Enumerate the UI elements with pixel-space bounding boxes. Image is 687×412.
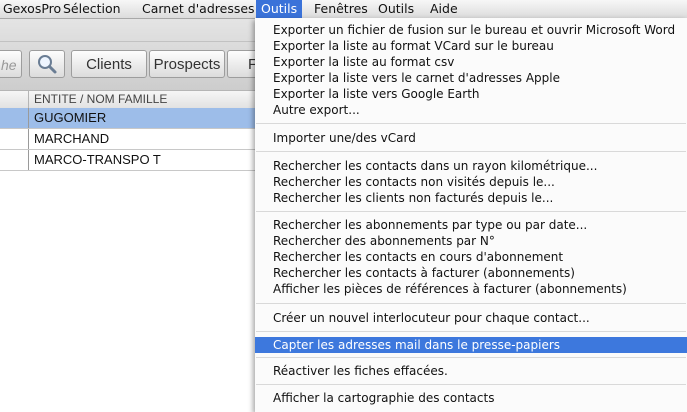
menu-item-show-map[interactable]: Afficher la cartographie des contacts xyxy=(255,390,687,406)
menu-item-export-csv[interactable]: Exporter la liste au format csv xyxy=(255,54,687,70)
menu-item-search-not-visited[interactable]: Rechercher les contacts non visités depu… xyxy=(255,174,687,190)
row-marker-cell xyxy=(0,129,29,149)
menu-item-export-word[interactable]: Exporter un fichier de fusion sur le bur… xyxy=(255,22,687,38)
menu-item-contacts-to-invoice[interactable]: Rechercher les contacts à facturer (abon… xyxy=(255,265,687,281)
menu-separator xyxy=(256,303,686,304)
menu-item-show-reference-pieces[interactable]: Afficher les pièces de références à fact… xyxy=(255,281,687,297)
search-button[interactable] xyxy=(29,50,65,78)
grid-header-left-cell xyxy=(0,91,29,108)
menu-bar: GexosPro Sélection Carnet d'adresses Out… xyxy=(0,0,687,19)
menu-aide[interactable]: Aide xyxy=(425,0,463,18)
menu-fenetres[interactable]: Fenêtres xyxy=(309,0,373,18)
menu-item-search-subscription-no[interactable]: Rechercher des abonnements par N° xyxy=(255,233,687,249)
menu-item-search-subscriptions[interactable]: Rechercher les abonnements par type ou p… xyxy=(255,217,687,233)
menu-separator xyxy=(256,151,686,152)
column-header-entite[interactable]: ENTITE / NOM FAMILLE xyxy=(34,91,167,108)
clients-button[interactable]: Clients xyxy=(71,50,147,78)
row-marker-cell xyxy=(0,108,29,128)
outils-dropdown-menu: Exporter un fichier de fusion sur le bur… xyxy=(255,18,687,412)
menu-item-export-vcard[interactable]: Exporter la liste au format VCard sur le… xyxy=(255,38,687,54)
menu-item-import-vcard[interactable]: Importer une/des vCard xyxy=(255,130,687,146)
menu-separator xyxy=(256,123,686,124)
menu-item-search-radius[interactable]: Rechercher les contacts dans un rayon ki… xyxy=(255,158,687,174)
menu-item-other-export[interactable]: Autre export... xyxy=(255,102,687,118)
menu-outils[interactable]: Outils xyxy=(256,0,303,18)
menu-item-create-contact-person[interactable]: Créer un nouvel interlocuteur pour chaqu… xyxy=(255,310,687,326)
search-field[interactable]: he xyxy=(0,50,22,78)
menu-separator xyxy=(256,357,686,358)
menu-item-contacts-subscribed[interactable]: Rechercher les contacts en cours d'abonn… xyxy=(255,249,687,265)
menu-item-reactivate-records[interactable]: Réactiver les fiches effacées. xyxy=(255,363,687,379)
menu-item-export-apple[interactable]: Exporter la liste vers le carnet d'adres… xyxy=(255,70,687,86)
menu-outils-2[interactable]: Outils xyxy=(373,0,419,18)
magnifier-icon xyxy=(38,55,57,74)
row-marker-cell xyxy=(0,150,29,170)
menu-separator xyxy=(256,331,686,332)
menu-selection[interactable]: Sélection xyxy=(58,0,126,18)
menu-item-capture-emails[interactable]: Capter les adresses mail dans le presse-… xyxy=(255,337,687,353)
row-name: MARCHAND xyxy=(34,131,110,146)
row-name: GUGOMIER xyxy=(34,110,107,125)
menu-gexospro[interactable]: GexosPro xyxy=(0,0,66,18)
row-name: MARCO-TRANSPO T xyxy=(34,152,161,167)
prospects-button[interactable]: Prospects xyxy=(149,50,225,78)
menu-item-search-not-invoiced[interactable]: Rechercher les clients non facturés depu… xyxy=(255,190,687,206)
menu-separator xyxy=(256,384,686,385)
menu-separator xyxy=(256,211,686,212)
menu-item-export-google-earth[interactable]: Exporter la liste vers Google Earth xyxy=(255,86,687,102)
menu-carnet-adresses[interactable]: Carnet d'adresses xyxy=(137,0,260,18)
